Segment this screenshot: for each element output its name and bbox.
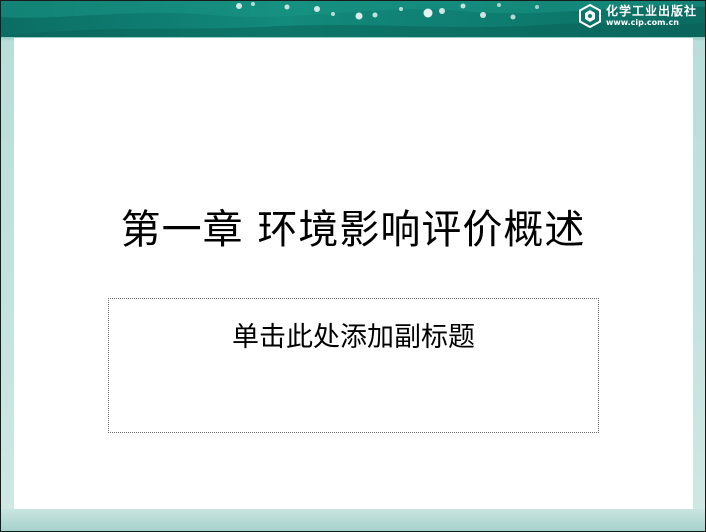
publisher-logo: 化学工业出版社 www.cip.com.cn [578, 4, 697, 28]
publisher-name: 化学工业出版社 [605, 4, 697, 18]
subtitle-placeholder-box[interactable]: 单击此处添加副标题 [108, 298, 599, 433]
subtitle-placeholder-text: 单击此处添加副标题 [232, 322, 475, 353]
slide-frame: 化学工业出版社 www.cip.com.cn [0, 0, 706, 532]
slide-content-area [14, 38, 693, 510]
publisher-url: www.cip.com.cn [605, 18, 679, 27]
footer-band [1, 509, 705, 531]
publisher-logo-icon [578, 4, 601, 28]
header-band: 化学工业出版社 www.cip.com.cn [1, 1, 705, 37]
slide-title[interactable]: 第一章 环境影响评价概述 [0, 197, 706, 255]
